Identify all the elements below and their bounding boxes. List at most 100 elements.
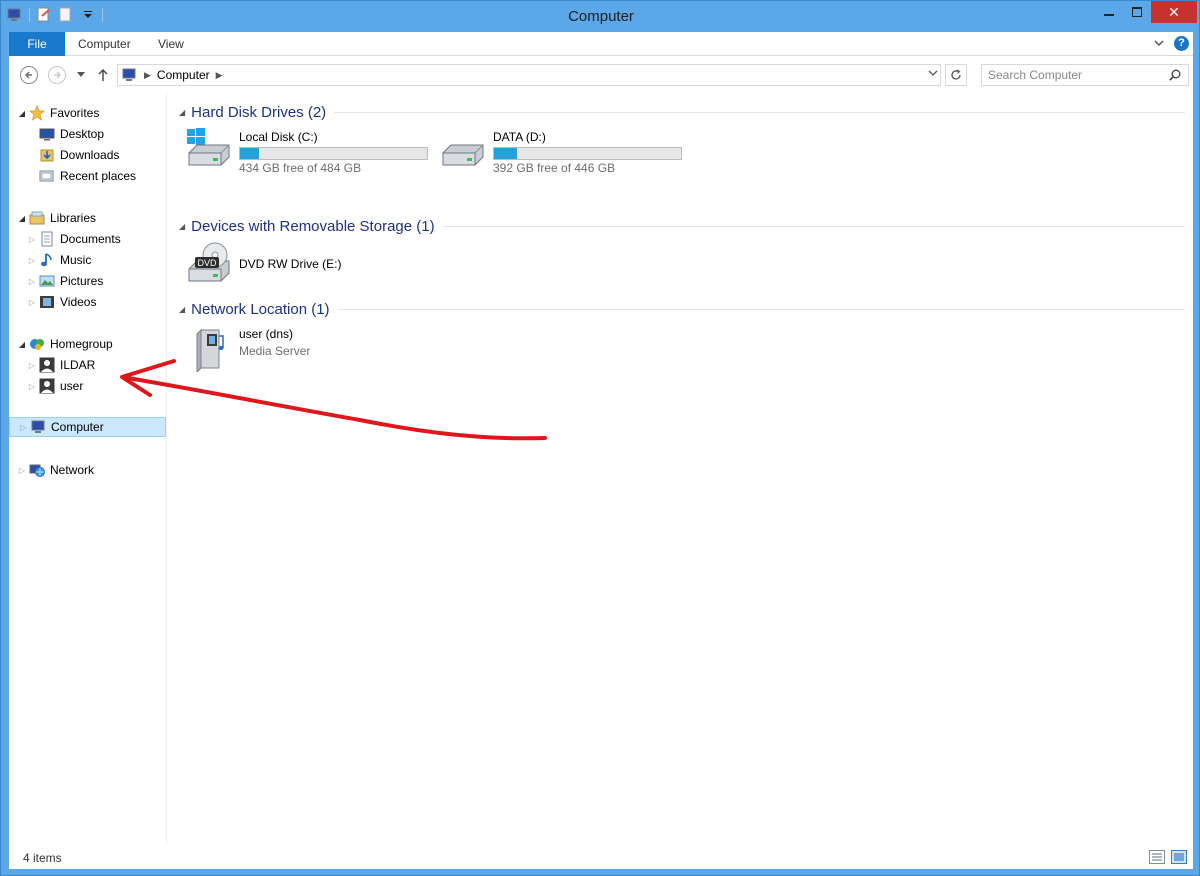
minimize-button[interactable]: [1095, 1, 1123, 23]
file-list-pane: ◢ Hard Disk Drives (2) Local Disk (C:) 4…: [179, 94, 1189, 844]
collapsed-arrow-icon[interactable]: ▷: [27, 277, 37, 286]
back-button[interactable]: [19, 65, 39, 85]
sidebar-item-music[interactable]: ▷ Music: [27, 250, 91, 270]
maximize-button[interactable]: [1123, 1, 1151, 23]
dvd-badge: DVD: [197, 258, 217, 268]
expanded-arrow-icon[interactable]: ◢: [17, 214, 27, 223]
location-name: user (dns): [239, 327, 294, 341]
sidebar-item-label: Recent places: [60, 169, 137, 183]
search-input[interactable]: Search Computer: [981, 64, 1189, 86]
group-title: Devices with Removable Storage (1): [191, 217, 435, 235]
collapsed-arrow-icon[interactable]: ▷: [17, 466, 27, 475]
ribbon-tabs: File Computer View ?: [9, 32, 1193, 56]
expand-ribbon-icon[interactable]: [1154, 38, 1164, 50]
recent-places-icon: [39, 168, 55, 184]
location-subtitle: Media Server: [239, 344, 311, 358]
close-button[interactable]: ✕: [1151, 1, 1197, 23]
address-bar[interactable]: ▶ Computer ▶: [117, 64, 941, 86]
view-switcher: [1149, 850, 1187, 864]
sidebar-item-computer[interactable]: ▷ Computer: [9, 417, 166, 437]
drive-usage-fill: [494, 148, 517, 159]
breadcrumb-computer[interactable]: Computer: [157, 68, 210, 82]
drive-name: DATA (D:): [493, 130, 546, 144]
drive-name: DVD RW Drive (E:): [239, 257, 342, 271]
user-avatar-icon: [39, 378, 55, 394]
refresh-button[interactable]: [945, 64, 967, 86]
sidebar-item-label: Music: [60, 253, 92, 267]
sidebar-item-label: Homegroup: [50, 337, 113, 351]
sidebar-item-documents[interactable]: ▷ Documents: [27, 229, 121, 249]
tab-computer[interactable]: Computer: [78, 32, 131, 56]
breadcrumb-separator-icon[interactable]: ▶: [144, 70, 151, 81]
media-server-icon: [185, 324, 233, 374]
forward-arrow-icon: [48, 66, 66, 84]
details-view-icon[interactable]: [1149, 850, 1165, 864]
sidebar-item-libraries[interactable]: ◢ Libraries: [17, 208, 96, 228]
collapsed-arrow-icon[interactable]: ▷: [18, 423, 28, 432]
large-icons-view-icon[interactable]: [1171, 850, 1187, 864]
sidebar-item-downloads[interactable]: Downloads: [27, 145, 119, 165]
search-icon[interactable]: [1169, 69, 1181, 81]
sidebar-item-label: ILDAR: [60, 358, 96, 372]
sidebar-item-user[interactable]: ▷ user: [27, 376, 83, 396]
sidebar-item-recent-places[interactable]: Recent places: [27, 166, 136, 186]
up-button[interactable]: [93, 65, 113, 85]
collapsed-arrow-icon[interactable]: ▷: [27, 256, 37, 265]
group-title: Network Location (1): [191, 300, 330, 318]
collapsed-arrow-icon[interactable]: ▷: [27, 382, 37, 391]
address-history-dropdown[interactable]: [928, 68, 938, 79]
drive-usage-fill: [240, 148, 260, 159]
forward-button[interactable]: [47, 65, 67, 85]
collapsed-arrow-icon[interactable]: ▷: [27, 361, 37, 370]
expanded-arrow-icon[interactable]: ◢: [17, 340, 27, 349]
sidebar-item-label: Downloads: [60, 148, 120, 162]
drive-name: Local Disk (C:): [239, 130, 318, 144]
documents-icon: [39, 231, 55, 247]
divider: [334, 111, 1185, 113]
sidebar-item-label: Network: [50, 463, 95, 477]
group-title: Hard Disk Drives (2): [191, 103, 327, 121]
tab-view[interactable]: View: [158, 32, 184, 56]
collapse-group-icon[interactable]: ◢: [179, 108, 185, 117]
sidebar-item-ildar[interactable]: ▷ ILDAR: [27, 355, 95, 375]
drive-dvd-rw-e[interactable]: DVD DVD RW Drive (E:): [185, 241, 405, 289]
collapse-group-icon[interactable]: ◢: [179, 222, 185, 231]
group-header-hard-disks[interactable]: ◢ Hard Disk Drives (2): [179, 102, 1185, 122]
windows-drive-icon: [185, 127, 233, 175]
sidebar-item-pictures[interactable]: ▷ Pictures: [27, 271, 103, 291]
sidebar-item-homegroup[interactable]: ◢ Homegroup: [17, 334, 113, 354]
group-header-removable[interactable]: ◢ Devices with Removable Storage (1): [179, 216, 1185, 236]
drive-usage-bar: [493, 147, 682, 160]
collapsed-arrow-icon[interactable]: ▷: [27, 298, 37, 307]
collapsed-arrow-icon[interactable]: ▷: [27, 235, 37, 244]
sidebar-item-videos[interactable]: ▷ Videos: [27, 292, 97, 312]
navigation-bar: ▶ Computer ▶ Search Computer: [9, 57, 1193, 93]
sidebar-item-label: Computer: [51, 420, 104, 434]
network-location-user-dns[interactable]: user (dns) Media Server: [185, 324, 405, 374]
desktop-icon: [39, 126, 55, 142]
ribbon-controls: ?: [1154, 36, 1189, 51]
status-bar: 4 items: [9, 847, 1193, 869]
help-icon[interactable]: ?: [1174, 36, 1189, 51]
sidebar-item-favorites[interactable]: ◢ Favorites: [17, 103, 99, 123]
sidebar-item-label: Documents: [60, 232, 121, 246]
collapse-group-icon[interactable]: ◢: [179, 305, 185, 314]
breadcrumb-separator-icon[interactable]: ▶: [216, 70, 223, 81]
expanded-arrow-icon[interactable]: ◢: [17, 109, 27, 118]
libraries-icon: [29, 210, 45, 226]
sidebar-item-desktop[interactable]: Desktop: [27, 124, 104, 144]
back-arrow-icon: [20, 66, 38, 84]
title-bar: Computer ✕: [1, 1, 1200, 32]
tab-file[interactable]: File: [9, 32, 65, 56]
sidebar-item-network[interactable]: ▷ Network: [17, 460, 94, 480]
recent-locations-button[interactable]: [71, 65, 91, 85]
sidebar-item-label: Videos: [60, 295, 97, 309]
computer-icon: [122, 67, 138, 83]
group-header-network-location[interactable]: ◢ Network Location (1): [179, 299, 1185, 319]
sidebar-item-label: Desktop: [60, 127, 105, 141]
explorer-window: Computer ✕ File Computer View ? ▶ Comput…: [0, 0, 1200, 876]
drive-local-disk-c[interactable]: Local Disk (C:) 434 GB free of 484 GB: [185, 127, 445, 175]
client-area: File Computer View ? ▶ Computer ▶ Search…: [9, 32, 1193, 869]
drive-data-d[interactable]: DATA (D:) 392 GB free of 446 GB: [439, 127, 699, 175]
videos-icon: [39, 294, 55, 310]
